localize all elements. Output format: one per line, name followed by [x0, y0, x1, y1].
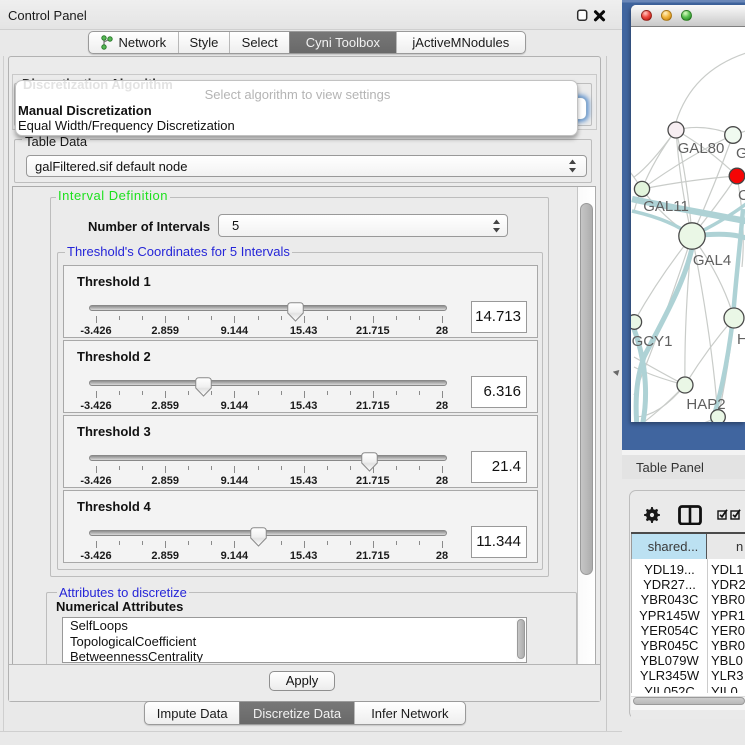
svg-text:GAL80: GAL80: [678, 140, 725, 157]
svg-text:CRZ1: CRZ1: [738, 187, 745, 204]
svg-text:GAL: GAL: [736, 145, 745, 162]
svg-text:GAL11: GAL11: [643, 198, 689, 215]
svg-text:HAP2: HAP2: [686, 396, 725, 413]
svg-text:GAL4: GAL4: [693, 252, 731, 269]
svg-text:GCY1: GCY1: [632, 333, 673, 350]
svg-text:HIS4: HIS4: [737, 331, 745, 348]
